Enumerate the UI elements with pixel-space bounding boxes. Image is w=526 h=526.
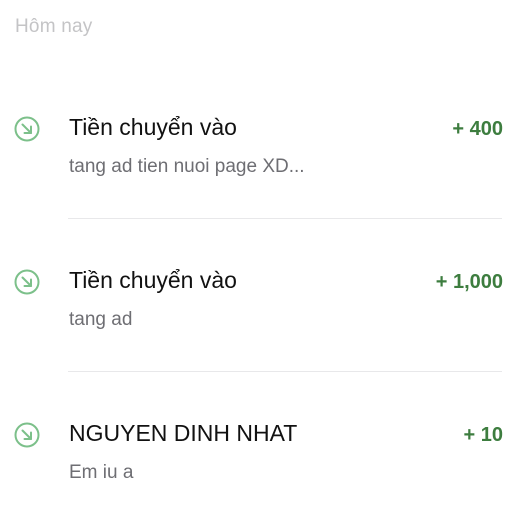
transaction-title: Tiền chuyển vào xyxy=(69,267,237,293)
transaction-amount: + 10 xyxy=(463,424,503,446)
transaction-description: tang ad tien nuoi page XD... xyxy=(69,156,305,177)
divider xyxy=(68,218,502,219)
transaction-row[interactable]: NGUYEN DINH NHAT + 10 Em iu a xyxy=(0,406,526,526)
transaction-title: Tiền chuyển vào xyxy=(69,114,237,140)
arrow-down-right-circle-icon xyxy=(14,422,40,448)
divider xyxy=(68,371,502,372)
transaction-description: Em iu a xyxy=(69,462,134,483)
transaction-title: NGUYEN DINH NHAT xyxy=(69,420,298,446)
arrow-down-right-circle-icon xyxy=(14,116,40,142)
transaction-amount: + 1,000 xyxy=(435,271,503,293)
transaction-row[interactable]: Tiền chuyển vào + 400 tang ad tien nuoi … xyxy=(0,100,526,220)
transaction-amount: + 400 xyxy=(452,118,503,140)
transaction-description: tang ad xyxy=(69,309,133,330)
section-header: Hôm nay xyxy=(15,16,93,37)
arrow-down-right-circle-icon xyxy=(14,269,40,295)
transaction-row[interactable]: Tiền chuyển vào + 1,000 tang ad xyxy=(0,253,526,373)
